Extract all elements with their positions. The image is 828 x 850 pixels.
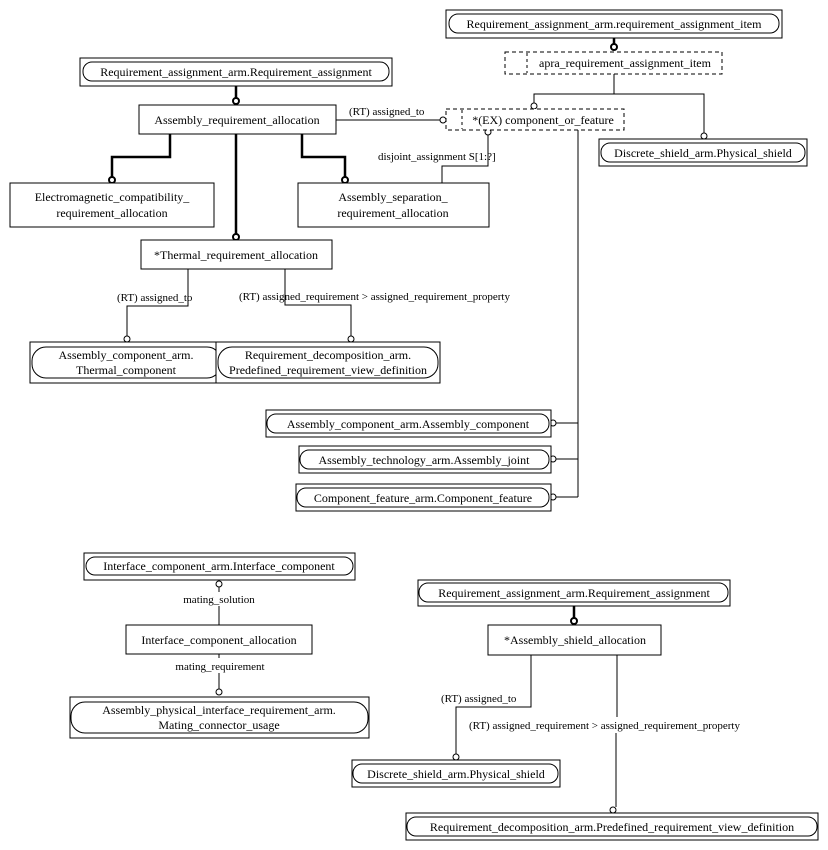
entity-interface-component[interactable]: Interface_component_arm.Interface_compon… [83, 552, 356, 581]
svg-text:Interface_component_arm.Interf: Interface_component_arm.Interface_compon… [103, 559, 335, 573]
entity-thermal-requirement-allocation[interactable]: *Thermal_requirement_allocation [140, 239, 333, 270]
connector-circle [108, 176, 116, 184]
entity-physical-shield-top[interactable]: Discrete_shield_arm.Physical_shield [598, 138, 808, 167]
connector-circle [452, 753, 460, 761]
entity-assembly-requirement-allocation[interactable]: Assembly_requirement_allocation [138, 104, 337, 135]
svg-text:*Thermal_requirement_allocatio: *Thermal_requirement_allocation [154, 248, 318, 262]
svg-text:*(EX) component_or_feature: *(EX) component_or_feature [472, 113, 614, 127]
svg-text:Interface_component_allocation: Interface_component_allocation [141, 633, 296, 647]
svg-text:Assembly_physical_interface_re: Assembly_physical_interface_requirement_… [102, 703, 336, 717]
svg-text:requirement_allocation: requirement_allocation [337, 206, 448, 220]
entity-assembly-component[interactable]: Assembly_component_arm.Assembly_componen… [265, 409, 552, 438]
svg-text:Discrete_shield_arm.Physical_s: Discrete_shield_arm.Physical_shield [614, 146, 792, 160]
entity-thermal-component[interactable]: Assembly_component_arm. Thermal_componen… [29, 341, 224, 384]
label-assigned-to: (RT) assigned_to [349, 106, 425, 118]
connector-circle [215, 688, 223, 696]
svg-text:Thermal_component: Thermal_component [76, 363, 177, 377]
svg-text:Requirement_decomposition_arm.: Requirement_decomposition_arm. [245, 348, 411, 362]
entity-assembly-shield-allocation[interactable]: *Assembly_shield_allocation [487, 624, 662, 656]
label-mating-requirement: mating_requirement [175, 661, 264, 673]
svg-text:Requirement_assignment_arm.Req: Requirement_assignment_arm.Requirement_a… [438, 586, 710, 600]
svg-text:Assembly_technology_arm.Assemb: Assembly_technology_arm.Assembly_joint [319, 453, 531, 467]
svg-text:requirement_allocation: requirement_allocation [56, 206, 167, 220]
connector-circle [341, 176, 349, 184]
svg-text:Electromagnetic_compatibility_: Electromagnetic_compatibility_ [35, 190, 191, 204]
label-disjoint-assignment: disjoint_assignment S[1:?] [378, 151, 496, 163]
label-shield-assigned-requirement: (RT) assigned_requirement > assigned_req… [469, 720, 740, 732]
connector-circle [610, 43, 618, 51]
line-to-emc [110, 134, 172, 177]
entity-requirement-assignment-bottom[interactable]: Requirement_assignment_arm.Requirement_a… [417, 579, 731, 607]
entity-predefined-requirement-view-definition[interactable]: Requirement_decomposition_arm. Predefine… [215, 341, 441, 384]
svg-text:Predefined_requirement_view_de: Predefined_requirement_view_definition [229, 363, 427, 377]
svg-text:Component_feature_arm.Componen: Component_feature_arm.Component_feature [314, 491, 532, 505]
connector-circle [232, 97, 240, 105]
entity-electromagnetic-compatibility-requirement-allocation[interactable]: Electromagnetic_compatibility_ requireme… [9, 182, 215, 228]
svg-text:*Assembly_shield_allocation: *Assembly_shield_allocation [504, 633, 646, 647]
entity-mating-connector-usage[interactable]: Assembly_physical_interface_requirement_… [69, 696, 370, 739]
select-apra-requirement-assignment-item[interactable]: apra_requirement_assignment_item [504, 51, 723, 75]
label-shield-assigned-to: (RT) assigned_to [441, 693, 517, 705]
entity-component-feature[interactable]: Component_feature_arm.Component_feature [295, 483, 552, 512]
connector-circle [609, 806, 617, 814]
line-to-assembly-separation [300, 134, 347, 177]
svg-text:Requirement_decomposition_arm.: Requirement_decomposition_arm.Predefined… [430, 820, 794, 834]
svg-text:Mating_connector_usage: Mating_connector_usage [158, 718, 279, 732]
entity-assembly-joint[interactable]: Assembly_technology_arm.Assembly_joint [298, 445, 552, 474]
svg-text:Requirement_assignment_arm.Req: Requirement_assignment_arm.Requirement_a… [100, 65, 372, 79]
svg-text:Assembly_component_arm.Assembl: Assembly_component_arm.Assembly_componen… [287, 417, 530, 431]
svg-text:Assembly_component_arm.: Assembly_component_arm. [59, 348, 194, 362]
svg-text:Assembly_requirement_allocatio: Assembly_requirement_allocation [154, 113, 319, 127]
entity-predefined-requirement-view-definition-bottom[interactable]: Requirement_decomposition_arm.Predefined… [405, 812, 819, 841]
entity-interface-component-allocation[interactable]: Interface_component_allocation [125, 624, 313, 655]
entity-requirement-assignment-item[interactable]: Requirement_assignment_arm.requirement_a… [445, 9, 783, 39]
connector-circle [232, 233, 240, 241]
connector-circle [215, 580, 223, 588]
express-g-diagram: Requirement_assignment_arm.requirement_a… [9, 9, 819, 841]
label-thermal-assigned-requirement: (RT) assigned_requirement > assigned_req… [239, 291, 510, 303]
entity-requirement-assignment-top[interactable]: Requirement_assignment_arm.Requirement_a… [79, 57, 393, 87]
connector-circle [439, 116, 447, 124]
line-apra-to-physical-shield [614, 93, 705, 134]
select-component-or-feature[interactable]: *(EX) component_or_feature [445, 108, 625, 131]
line-apra-to-component-or-feature [533, 74, 615, 104]
connector-circle [123, 335, 131, 343]
connector-circle [530, 102, 538, 110]
svg-text:apra_requirement_assignment_it: apra_requirement_assignment_item [539, 56, 712, 70]
connector-circle [700, 132, 708, 140]
label-mating-solution: mating_solution [183, 594, 255, 606]
connector-circle [570, 617, 578, 625]
entity-assembly-separation-requirement-allocation[interactable]: Assembly_separation_ requirement_allocat… [297, 182, 490, 228]
entity-physical-shield-bottom[interactable]: Discrete_shield_arm.Physical_shield [351, 759, 561, 788]
svg-text:Assembly_separation_: Assembly_separation_ [338, 190, 448, 204]
svg-text:Discrete_shield_arm.Physical_s: Discrete_shield_arm.Physical_shield [367, 767, 545, 781]
label-thermal-assigned-to: (RT) assigned_to [117, 292, 193, 304]
svg-text:Requirement_assignment_arm.req: Requirement_assignment_arm.requirement_a… [467, 17, 763, 31]
connector-circle [347, 335, 355, 343]
